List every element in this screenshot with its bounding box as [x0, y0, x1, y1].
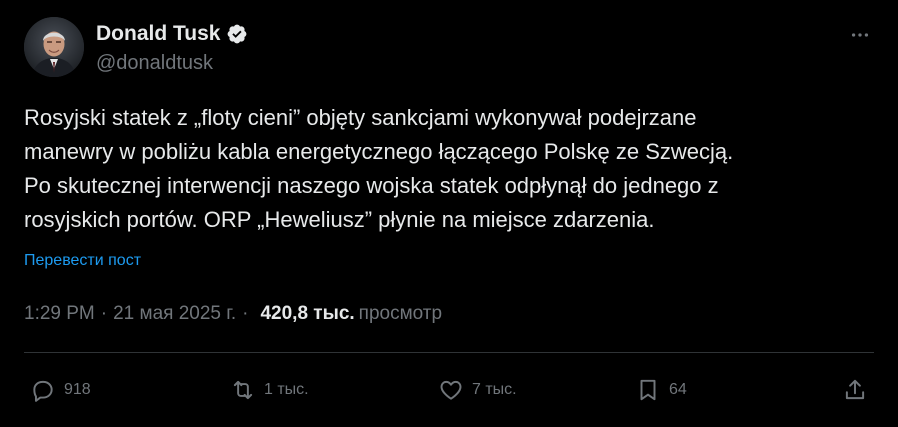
- post-text: Rosyjski statek z „floty cieni” objęty s…: [24, 105, 734, 232]
- repost-count: 1 тыс.: [264, 381, 309, 398]
- display-name-row: Donald Tusk: [96, 21, 248, 47]
- views-count: 420,8 тыс.: [260, 303, 355, 324]
- views-label: просмотр: [358, 303, 443, 324]
- post-meta: 1:29 PM · 21 мая 2025 г. · 420,8 тыс. пр…: [24, 303, 442, 325]
- translate-post-link[interactable]: Перевести пост: [24, 252, 141, 270]
- divider: [24, 352, 874, 353]
- post-date[interactable]: 21 мая 2025 г.: [113, 303, 236, 325]
- bookmark-count: 64: [669, 381, 687, 398]
- verified-badge-icon[interactable]: [226, 23, 248, 45]
- post-time[interactable]: 1:29 PM: [24, 303, 95, 325]
- tweet: Donald Tusk @donaldtusk Rosyjski statek …: [0, 0, 898, 427]
- more-options-icon[interactable]: [846, 21, 874, 49]
- author-names: Donald Tusk @donaldtusk: [96, 21, 248, 75]
- reply-count: 918: [64, 381, 91, 398]
- like-count: 7 тыс.: [472, 381, 517, 398]
- avatar-image: [24, 17, 84, 77]
- avatar[interactable]: [24, 17, 84, 77]
- reply-icon: [33, 380, 53, 402]
- display-name[interactable]: Donald Tusk: [96, 22, 220, 46]
- repost-icon: [233, 380, 253, 400]
- author-handle[interactable]: @donaldtusk: [96, 52, 248, 75]
- reply-button[interactable]: 918: [30, 373, 91, 407]
- heart-icon: [440, 380, 462, 400]
- share-icon: [845, 379, 865, 400]
- meta-separator: ·: [100, 303, 108, 324]
- bookmark-icon: [640, 379, 656, 401]
- repost-button[interactable]: 1 тыс.: [230, 373, 309, 407]
- share-button[interactable]: [842, 373, 868, 407]
- like-button[interactable]: 7 тыс.: [438, 373, 517, 407]
- action-bar: 918 1 тыс. 7 тыс. 64: [30, 373, 868, 407]
- tweet-header: Donald Tusk @donaldtusk: [24, 17, 874, 81]
- meta-separator: ·: [242, 303, 249, 324]
- bookmark-button[interactable]: 64: [635, 373, 687, 407]
